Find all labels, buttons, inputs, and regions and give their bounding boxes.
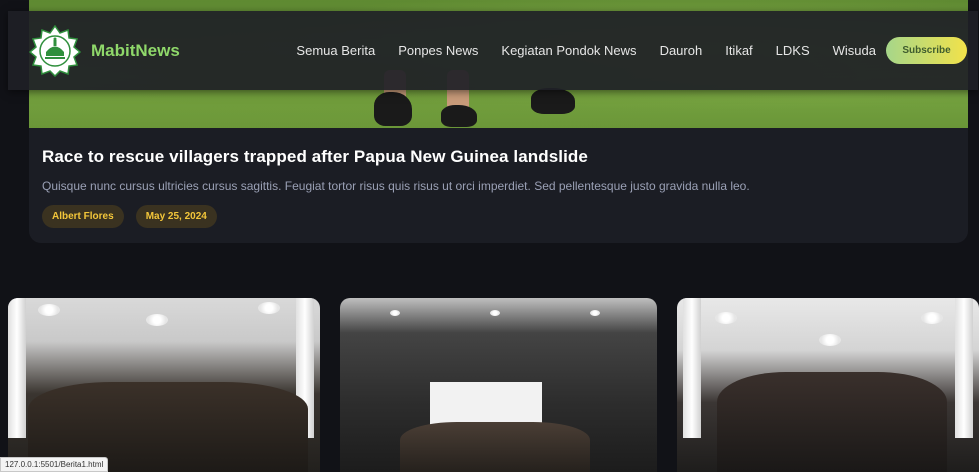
nav-item-wisuda[interactable]: Wisuda [833,43,876,58]
photo-detail [921,312,943,324]
gallery-photo-3[interactable] [677,298,979,472]
photo-detail [590,310,600,316]
photo-detail [390,310,400,316]
featured-meta: Albert Flores May 25, 2024 [42,205,955,228]
photo-detail [819,334,841,346]
photo-crowd [677,372,979,472]
mosque-logo-icon [28,24,82,77]
gallery-photo-2[interactable] [340,298,657,472]
photo-detail [531,88,575,114]
nav-item-kegiatan-pondok-news[interactable]: Kegiatan Pondok News [501,43,636,58]
featured-title[interactable]: Race to rescue villagers trapped after P… [42,147,955,167]
featured-body: Race to rescue villagers trapped after P… [42,147,955,228]
status-bar-url: 127.0.0.1:5501/Berita1.html [0,457,109,472]
photo-detail [374,92,412,126]
nav-item-ldks[interactable]: LDKS [776,43,810,58]
nav-item-dauroh[interactable]: Dauroh [660,43,703,58]
subscribe-button[interactable]: Subscribe [886,37,967,64]
navbar: MabitNews Semua Berita Ponpes News Kegia… [8,11,978,90]
brand-name: MabitNews [91,40,180,60]
nav-menu: Semua Berita Ponpes News Kegiatan Pondok… [296,37,978,64]
photo-detail [38,304,60,316]
nav-item-ponpes-news[interactable]: Ponpes News [398,43,478,58]
photo-detail [715,312,737,324]
author-badge: Albert Flores [42,205,124,228]
photo-detail [441,105,477,127]
nav-item-semua-berita[interactable]: Semua Berita [296,43,375,58]
photo-crowd [340,372,657,472]
brand-logo-link[interactable]: MabitNews [28,24,180,77]
photo-detail [258,302,280,314]
photo-detail [490,310,500,316]
nav-item-itikaf[interactable]: Itikaf [725,43,752,58]
date-badge: May 25, 2024 [135,205,217,228]
featured-excerpt: Quisque nunc cursus ultricies cursus sag… [42,179,750,193]
photo-detail [146,314,168,326]
news-gallery [0,298,979,472]
gallery-photo-1[interactable] [8,298,320,472]
